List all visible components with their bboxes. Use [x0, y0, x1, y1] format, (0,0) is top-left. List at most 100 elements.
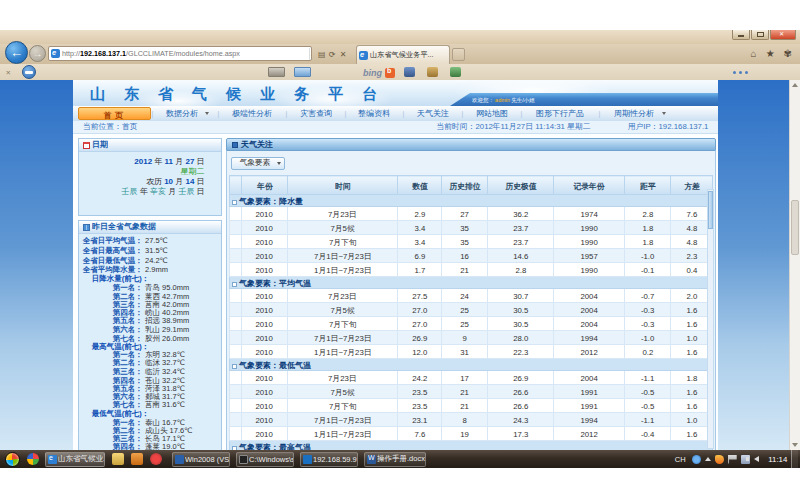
column-header: 记录年份 — [554, 176, 625, 195]
menu-item[interactable]: 天气关注 — [405, 107, 461, 121]
close-button[interactable]: ✕ — [770, 30, 796, 40]
weather-watch-header: 天气关注 — [226, 138, 716, 151]
menu-item[interactable]: 数据分析 — [154, 107, 217, 121]
start-button[interactable] — [5, 452, 20, 467]
url-text: http://192.168.137.1/GLCCLIMATE/modules/… — [62, 50, 240, 58]
taskbar-active-task[interactable]: e 山东省气候业... — [45, 452, 105, 467]
stats-row: 全省平均降水量：2.9mm — [79, 265, 221, 275]
taskbar-task-4[interactable]: W操作手册.docx ... — [364, 452, 426, 467]
new-tab-button[interactable] — [452, 48, 465, 61]
pinned-app-icon-3[interactable] — [150, 453, 162, 465]
overflow-dots-icon[interactable] — [733, 71, 748, 74]
site-container: 山东省气候业务平台 欢迎您：admin先生/小姐 首页 |数据分析|极端性分析|… — [73, 80, 718, 450]
table-row: 20101月1日~7月23日12.03122.320120.21.6 — [230, 345, 713, 359]
breadcrumb-bar: 当前位置：首页 当前时间：2012年11月27日 11:14:31 星期二 用户… — [73, 121, 718, 134]
compatibility-icon[interactable]: ▤ — [318, 50, 326, 59]
tray-icon-flame[interactable] — [715, 455, 724, 464]
stats-row: 第二名：成山头 17.6℃ — [79, 426, 221, 434]
stop-icon[interactable]: ✕ — [340, 50, 347, 59]
content-area: 日期 2012 年 11 月 27 日 星期二 农历 10 月 14 日 壬辰 … — [73, 134, 718, 450]
search-icon[interactable]: ⌕ — [311, 49, 312, 59]
scroll-down-icon[interactable] — [792, 443, 798, 447]
table-section-row: 气象要素：降水量 — [230, 195, 713, 207]
stats-panel-body: 全省日平均气温：27.5℃全省日最高气温：31.5℃全省日最低气温：24.2℃全… — [79, 234, 221, 450]
stats-row: 第五名：招远 38.9mm — [79, 317, 221, 325]
table-row: 20107月下旬23.52126.61991-0.51.6 — [230, 399, 713, 413]
browser-scrollbar[interactable] — [789, 80, 800, 450]
menu-item[interactable]: 图形下行产品 — [522, 107, 598, 121]
stats-row: 第七名：胶州 26.0mm — [79, 333, 221, 341]
table-row: 20107月5候27.02530.52004-0.31.6 — [230, 303, 713, 317]
stats-row: 第三名：莒南 42.0mm — [79, 300, 221, 308]
date-panel: 日期 2012 年 11 月 27 日 星期二 农历 10 月 14 日 壬辰 … — [78, 138, 222, 216]
maximize-button[interactable] — [751, 30, 769, 40]
pinned-app-icon-2[interactable] — [131, 453, 143, 465]
menu-item[interactable]: 灾害查询 — [288, 107, 344, 121]
favorite-icon-2[interactable] — [427, 67, 438, 77]
weather-stats-panel: 昨日全省气象数据 全省日平均气温：27.5℃全省日最高气温：31.5℃全省日最低… — [78, 220, 222, 450]
browser-tab[interactable]: e 山东省气候业务平... ✕ — [356, 45, 450, 64]
volume-icon[interactable] — [754, 456, 759, 462]
tray-expand-icon[interactable] — [705, 457, 711, 461]
stats-row: 第二名：临沭 32.7℃ — [79, 359, 221, 367]
stats-panel-title: 昨日全省气象数据 — [92, 221, 156, 232]
taskbar-clock: 11:14 — [768, 455, 787, 464]
table-row: 20107月下旬27.02530.52004-0.31.6 — [230, 317, 713, 331]
favorite-icon-1[interactable] — [404, 67, 415, 77]
section-checkbox[interactable] — [232, 282, 237, 287]
forward-button[interactable]: → — [29, 45, 46, 62]
section-checkbox[interactable] — [232, 200, 237, 205]
menu-item-home[interactable]: 首页 — [78, 107, 151, 120]
blocked-icon[interactable] — [22, 65, 36, 79]
minimize-button[interactable] — [732, 30, 750, 40]
table-row: 20107月1日~7月23日6.91614.61957-1.02.3 — [230, 249, 713, 263]
current-time: 当前时间：2012年11月27日 11:14:31 星期二 — [437, 122, 591, 133]
stats-section-label: 最高气温(前七)： — [79, 342, 221, 350]
chart-icon — [83, 224, 90, 231]
tray-icon-blue[interactable] — [692, 455, 701, 464]
folder-icon[interactable] — [112, 453, 124, 465]
refresh-icon[interactable]: ⟳ — [329, 50, 336, 59]
settings-gear-icon[interactable]: ✾ — [784, 48, 792, 59]
column-header: 历史排位 — [442, 176, 488, 195]
address-bar[interactable]: e http://192.168.137.1/GLCCLIMATE/module… — [48, 46, 312, 61]
site-header: 山东省气候业务平台 欢迎您：admin先生/小姐 — [73, 80, 718, 106]
calendar-icon — [83, 142, 90, 149]
menu-item[interactable]: 网站地图 — [464, 107, 520, 121]
taskbar-task-2[interactable]: C:\Windows\sy... — [236, 452, 294, 467]
menu-item[interactable]: 周期性分析 — [601, 107, 674, 121]
column-header: 历史极值 — [488, 176, 554, 195]
home-icon[interactable]: ⌂ — [751, 48, 757, 59]
bing-logo[interactable]: bing b — [362, 67, 395, 78]
table-row: 20107月23日24.21726.92004-1.11.8 — [230, 371, 713, 385]
scroll-up-icon[interactable] — [792, 83, 798, 87]
stats-row: 第六名：郯城 31.7℃ — [79, 392, 221, 400]
menu-item[interactable]: 整编资料 — [346, 107, 402, 121]
close-toolbar-icon[interactable]: ✕ — [5, 69, 10, 76]
weather-watch-panel: 天气关注 气象要素 年份时间数值历史排位历史极值记录年份距平方差 气象要素：降水… — [226, 138, 716, 450]
language-indicator[interactable]: CH — [675, 455, 686, 463]
stats-row: 第四名：蓬莱 19.0℃ — [79, 443, 221, 450]
section-checkbox[interactable] — [232, 364, 237, 369]
taskbar-task-1[interactable]: Win2008 (VS2... — [172, 452, 230, 467]
favorites-star-icon[interactable]: ★ — [766, 48, 775, 59]
table-scrollbar[interactable] — [707, 189, 714, 449]
back-button[interactable]: ← — [5, 41, 28, 64]
mail-icon[interactable] — [294, 67, 311, 77]
pinned-app-icon[interactable] — [27, 453, 39, 465]
camera-icon[interactable] — [268, 67, 285, 77]
menu-item[interactable]: 极端性分析 — [219, 107, 285, 121]
element-filter-button[interactable]: 气象要素 — [231, 157, 285, 170]
flag-icon[interactable] — [728, 455, 737, 464]
table-row: 20107月下旬3.43523.719901.84.8 — [230, 235, 713, 249]
stats-row: 全省日最低气温：24.2℃ — [79, 255, 221, 265]
table-toolbar: 气象要素 — [227, 151, 715, 175]
column-header: 距平 — [625, 176, 671, 195]
table-row: 20107月5候23.52126.61991-0.51.6 — [230, 385, 713, 399]
taskbar-task-3[interactable]: 192.168.59.99... — [300, 452, 358, 467]
show-desktop-button[interactable] — [791, 450, 798, 468]
favorite-icon-3[interactable] — [450, 67, 461, 77]
table-section-row: 气象要素：平均气温 — [230, 277, 713, 289]
stats-row: 第六名：乳山 29.1mm — [79, 325, 221, 333]
stats-row: 第四名：苍山 32.2℃ — [79, 375, 221, 383]
